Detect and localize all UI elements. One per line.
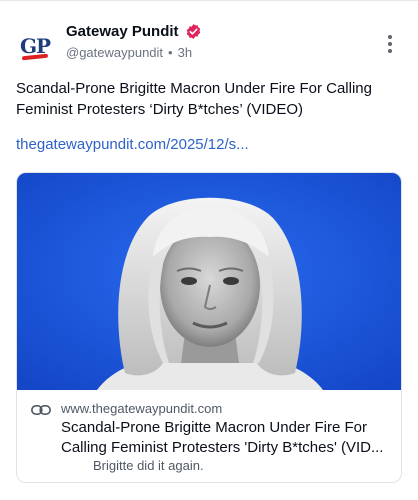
avatar[interactable]: GP: [16, 27, 54, 65]
meta-separator: •: [168, 45, 173, 60]
card-title[interactable]: Scandal-Prone Brigitte Macron Under Fire…: [61, 418, 395, 458]
card-domain: www.thegatewaypundit.com: [61, 401, 223, 416]
post-link[interactable]: thegatewaypundit.com/2025/12/s...: [16, 136, 249, 153]
portrait-image: [17, 173, 401, 390]
card-description: Brigitte did it again.: [93, 458, 204, 473]
link-preview-card[interactable]: www.thegatewaypundit.com Scandal-Prone B…: [16, 172, 402, 483]
link-icon: [31, 405, 51, 415]
author-row: Gateway Pundit: [66, 23, 202, 40]
top-divider: [0, 0, 418, 1]
card-image[interactable]: [17, 173, 401, 390]
meta-row: @gatewaypundit • 3h: [66, 45, 192, 60]
more-vertical-icon: [388, 35, 392, 39]
post-body: Scandal-Prone Brigitte Macron Under Fire…: [16, 80, 372, 118]
more-options-button[interactable]: [381, 34, 399, 54]
author-handle[interactable]: @gatewaypundit: [66, 45, 163, 60]
verified-badge-icon: [186, 24, 200, 39]
post-time[interactable]: 3h: [178, 45, 192, 60]
author-name[interactable]: Gateway Pundit: [66, 23, 179, 40]
